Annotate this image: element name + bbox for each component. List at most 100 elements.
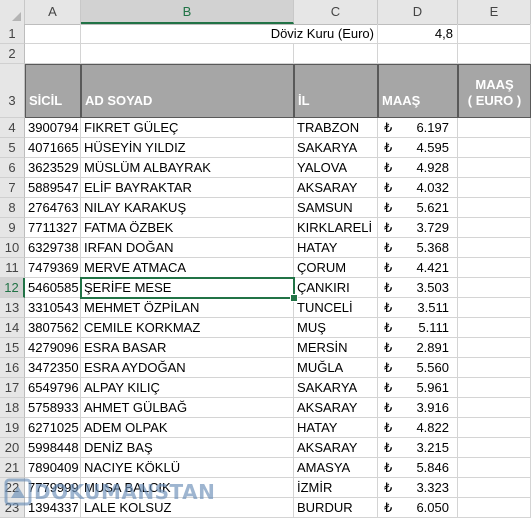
cell-maas[interactable]: ₺ 2.891 xyxy=(378,338,458,358)
cell-maas[interactable]: ₺ 3.323 xyxy=(378,478,458,498)
row-header[interactable]: 5 xyxy=(0,138,25,158)
row-header[interactable]: 4 xyxy=(0,118,25,138)
cell-maas-euro[interactable] xyxy=(458,258,531,278)
cell[interactable] xyxy=(25,24,81,44)
cell-il[interactable]: BURDUR xyxy=(294,498,378,518)
cell-il[interactable]: TUNCELİ xyxy=(294,298,378,318)
cell-sicil[interactable]: 7890409 xyxy=(25,458,81,478)
cell-sicil[interactable]: 3623529 xyxy=(25,158,81,178)
row-header[interactable]: 14 xyxy=(0,318,25,338)
cell-maas[interactable]: ₺ 3.511 xyxy=(378,298,458,318)
cell[interactable] xyxy=(458,44,531,64)
cell-sicil[interactable]: 6271025 xyxy=(25,418,81,438)
cell[interactable] xyxy=(378,44,458,64)
cell-ad-soyad[interactable]: ESRA AYDOĞAN xyxy=(81,358,294,378)
cell-ad-soyad[interactable]: IRFAN DOĞAN xyxy=(81,238,294,258)
cell-maas[interactable]: ₺ 4.421 xyxy=(378,258,458,278)
cell-maas-euro[interactable] xyxy=(458,218,531,238)
cell-maas[interactable]: ₺ 5.368 xyxy=(378,238,458,258)
cell-il[interactable]: MUŞ xyxy=(294,318,378,338)
cell-il[interactable]: AKSARAY xyxy=(294,398,378,418)
cell-sicil[interactable]: 6549796 xyxy=(25,378,81,398)
row-header[interactable]: 15 xyxy=(0,338,25,358)
cell-maas[interactable]: ₺ 3.916 xyxy=(378,398,458,418)
cell-ad-soyad[interactable]: MEHMET ÖZPİLAN xyxy=(81,298,294,318)
cell-ad-soyad[interactable]: HÜSEYİN YILDIZ xyxy=(81,138,294,158)
row-header[interactable]: 3 xyxy=(0,64,25,118)
cell-maas-euro[interactable] xyxy=(458,238,531,258)
cell[interactable] xyxy=(25,44,81,64)
cell-sicil[interactable]: 2764763 xyxy=(25,198,81,218)
cell-ad-soyad[interactable]: AHMET GÜLBAĞ xyxy=(81,398,294,418)
column-header-c[interactable]: C xyxy=(294,0,378,24)
row-header[interactable]: 11 xyxy=(0,258,25,278)
column-header-e[interactable]: E xyxy=(458,0,531,24)
cell-il[interactable]: YALOVA xyxy=(294,158,378,178)
cell-maas-euro[interactable] xyxy=(458,178,531,198)
cell-maas[interactable]: ₺ 3.503 xyxy=(378,278,458,298)
cell-sicil[interactable]: 3900794 xyxy=(25,118,81,138)
cell-maas-euro[interactable] xyxy=(458,118,531,138)
header-maas-euro[interactable]: MAAŞ ( EURO ) xyxy=(458,64,531,118)
cell-maas-euro[interactable] xyxy=(458,318,531,338)
cell-il[interactable]: MUĞLA xyxy=(294,358,378,378)
row-header[interactable]: 12 xyxy=(0,278,25,298)
cell-ad-soyad[interactable]: MERVE ATMACA xyxy=(81,258,294,278)
cell-sicil[interactable]: 5889547 xyxy=(25,178,81,198)
cell-sicil[interactable]: 7711327 xyxy=(25,218,81,238)
cell-sicil[interactable]: 4071665 xyxy=(25,138,81,158)
cell-ad-soyad[interactable]: MÜSLÜM ALBAYRAK xyxy=(81,158,294,178)
header-sicil[interactable]: SİCİL xyxy=(25,64,81,118)
cell-ad-soyad[interactable]: NILAY KARAKUŞ xyxy=(81,198,294,218)
cell-ad-soyad[interactable]: ESRA BASAR xyxy=(81,338,294,358)
row-header[interactable]: 10 xyxy=(0,238,25,258)
cell-il[interactable]: SAKARYA xyxy=(294,378,378,398)
cell-il[interactable]: AMASYA xyxy=(294,458,378,478)
cell-sicil[interactable]: 3472350 xyxy=(25,358,81,378)
cell-maas-euro[interactable] xyxy=(458,398,531,418)
cell-maas[interactable]: ₺ 4.032 xyxy=(378,178,458,198)
cell-maas[interactable]: ₺ 6.050 xyxy=(378,498,458,518)
cell-ad-soyad[interactable]: NACIYE KÖKLÜ xyxy=(81,458,294,478)
cell-maas[interactable]: ₺ 5.560 xyxy=(378,358,458,378)
cell-il[interactable]: ÇANKIRI xyxy=(294,278,378,298)
cell-maas[interactable]: ₺ 4.928 xyxy=(378,158,458,178)
cell-sicil[interactable]: 5460585 xyxy=(25,278,81,298)
cell-maas-euro[interactable] xyxy=(458,278,531,298)
cell-maas-euro[interactable] xyxy=(458,358,531,378)
cell-maas[interactable]: ₺ 3.215 xyxy=(378,438,458,458)
row-header[interactable]: 1 xyxy=(0,24,25,44)
cell-sicil[interactable]: 5998448 xyxy=(25,438,81,458)
column-header-a[interactable]: A xyxy=(25,0,81,24)
cell-ad-soyad[interactable]: FIKRET GÜLEÇ xyxy=(81,118,294,138)
cell-il[interactable]: AKSARAY xyxy=(294,178,378,198)
cell-il[interactable]: HATAY xyxy=(294,418,378,438)
cell-maas-euro[interactable] xyxy=(458,198,531,218)
cell-ad-soyad[interactable]: ALPAY KILIÇ xyxy=(81,378,294,398)
cell-il[interactable]: SAMSUN xyxy=(294,198,378,218)
select-all-corner[interactable] xyxy=(0,0,25,24)
cell-maas-euro[interactable] xyxy=(458,338,531,358)
cell-maas[interactable]: ₺ 5.621 xyxy=(378,198,458,218)
header-ad-soyad[interactable]: AD SOYAD xyxy=(81,64,294,118)
spreadsheet-grid[interactable]: A B C D E 1 Döviz Kuru (Euro) 4,8 2 3 Sİ… xyxy=(0,0,531,518)
cell-sicil[interactable]: 5758933 xyxy=(25,398,81,418)
cell-il[interactable]: SAKARYA xyxy=(294,138,378,158)
cell[interactable] xyxy=(294,44,378,64)
cell[interactable] xyxy=(458,24,531,44)
column-header-b[interactable]: B xyxy=(81,0,294,24)
cell-il[interactable]: AKSARAY xyxy=(294,438,378,458)
cell-maas-euro[interactable] xyxy=(458,298,531,318)
header-il[interactable]: İL xyxy=(294,64,378,118)
cell-maas[interactable]: ₺ 4.595 xyxy=(378,138,458,158)
cell-il[interactable]: MERSİN xyxy=(294,338,378,358)
cell-ad-soyad[interactable]: ŞERİFE MESE xyxy=(80,277,295,299)
cell-maas[interactable]: ₺ 5.961 xyxy=(378,378,458,398)
row-header[interactable]: 16 xyxy=(0,358,25,378)
cell-ad-soyad[interactable]: ELİF BAYRAKTAR xyxy=(81,178,294,198)
exchange-rate-label[interactable]: Döviz Kuru (Euro) xyxy=(81,24,378,44)
cell-maas-euro[interactable] xyxy=(458,418,531,438)
cell-maas-euro[interactable] xyxy=(458,478,531,498)
row-header[interactable]: 13 xyxy=(0,298,25,318)
cell-il[interactable]: HATAY xyxy=(294,238,378,258)
